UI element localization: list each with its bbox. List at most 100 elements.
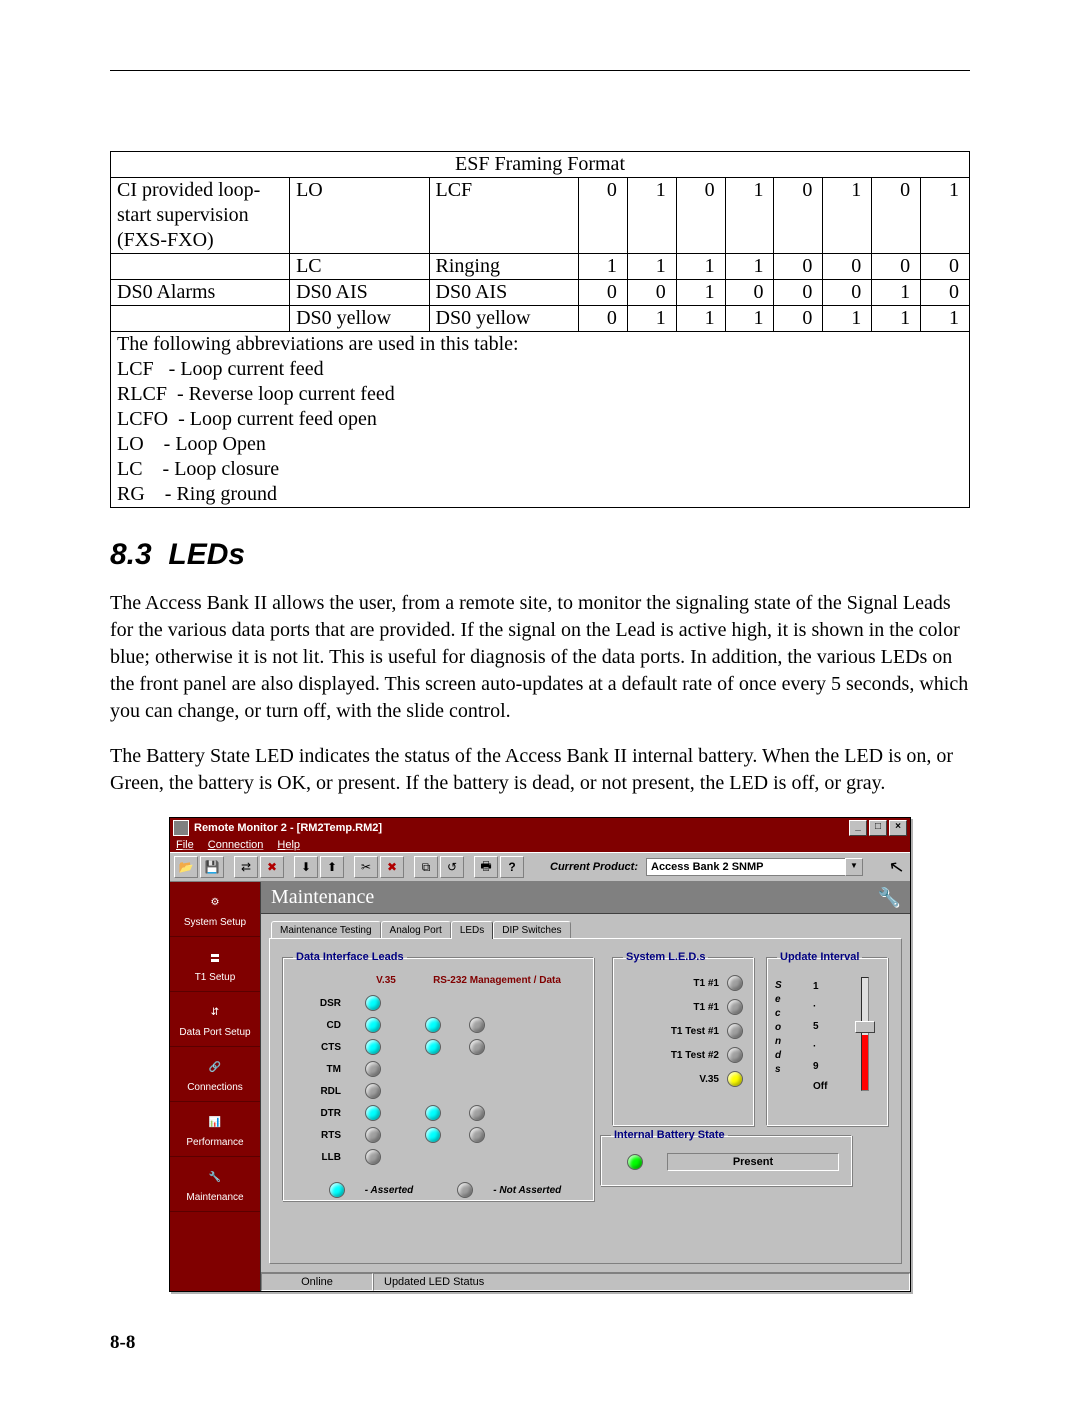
lead-label: CD: [293, 1020, 351, 1031]
esf-bit: 0: [774, 178, 823, 254]
tab-maintenance-testing[interactable]: Maintenance Testing: [271, 921, 381, 939]
sidebar-item-t1-setup[interactable]: 〓T1 Setup: [170, 937, 260, 992]
esf-bit: 1: [676, 254, 725, 280]
sidebar-icon: ⇵: [200, 1000, 230, 1024]
chevron-down-icon[interactable]: ▼: [845, 858, 863, 876]
battery-legend: Internal Battery State: [611, 1129, 728, 1141]
led-icon: [727, 1023, 743, 1039]
menu-connection[interactable]: Connection: [208, 839, 264, 851]
minimize-button[interactable]: _: [849, 820, 867, 836]
esf-bit: 0: [725, 280, 774, 306]
tab-panel: Data Interface Leads V.35 RS-232 Managem…: [269, 938, 902, 1264]
sidebar-item-maintenance[interactable]: 🔧Maintenance: [170, 1157, 260, 1212]
led-icon: [469, 1127, 485, 1143]
esf-bit: 0: [774, 306, 823, 332]
battery-led-icon: [627, 1154, 643, 1170]
esf-c2: DS0 yellow: [290, 306, 429, 332]
led-icon: [365, 1083, 381, 1099]
esf-bit: 1: [872, 306, 921, 332]
esf-c2: LC: [290, 254, 429, 280]
status-right: Updated LED Status: [373, 1273, 910, 1291]
led-icon: [365, 1127, 381, 1143]
tab-strip: Maintenance TestingAnalog PortLEDsDIP Sw…: [261, 914, 910, 938]
battery-state-group: Internal Battery State Present: [600, 1129, 852, 1186]
maximize-button[interactable]: □: [869, 820, 887, 836]
top-rule: [110, 70, 970, 71]
window-title: Remote Monitor 2 - [RM2Temp.RM2]: [194, 822, 382, 834]
lead-label: LLB: [293, 1152, 351, 1163]
led-icon: [425, 1017, 441, 1033]
sidebar-item-connections[interactable]: 🔗Connections: [170, 1047, 260, 1102]
system-led-label: T1 #1: [693, 978, 719, 989]
section-para-2: The Battery State LED indicates the stat…: [110, 743, 970, 797]
update-interval-group: Update Interval Seconds 1 · 5 · 9 Off: [766, 951, 888, 1126]
esf-bit: 1: [676, 280, 725, 306]
esf-bit: 1: [921, 178, 970, 254]
content-title: Maintenance: [271, 886, 374, 909]
tool-cut-icon[interactable]: ✂: [354, 856, 378, 878]
menu-help[interactable]: Help: [277, 839, 300, 851]
leads-col-v35: V.35: [361, 975, 411, 986]
tool-undo-icon[interactable]: ↺: [440, 856, 464, 878]
app-icon: [173, 820, 189, 836]
slider-thumb[interactable]: [855, 1021, 875, 1033]
tool-help-icon[interactable]: ?: [500, 856, 524, 878]
esf-bit: 1: [676, 306, 725, 332]
led-icon: [365, 1039, 381, 1055]
interval-slider[interactable]: [861, 977, 869, 1091]
esf-bit: 0: [627, 280, 676, 306]
tool-connect-icon[interactable]: ⇄: [234, 856, 258, 878]
tool-save-icon[interactable]: 💾: [200, 856, 224, 878]
led-icon: [727, 1071, 743, 1087]
esf-c1: [111, 306, 290, 332]
esf-bit: 1: [627, 306, 676, 332]
titlebar[interactable]: Remote Monitor 2 - [RM2Temp.RM2] _ □ ×: [170, 818, 910, 838]
tool-print-icon[interactable]: 🖶: [474, 856, 498, 878]
lead-row-dtr: DTR: [293, 1102, 583, 1124]
esf-bit: 1: [627, 178, 676, 254]
esf-bit: 0: [578, 306, 627, 332]
esf-bit: 0: [676, 178, 725, 254]
led-icon: [365, 1061, 381, 1077]
led-icon: [727, 1047, 743, 1063]
section-para-1: The Access Bank II allows the user, from…: [110, 590, 970, 725]
sidebar-item-system-setup[interactable]: ⚙System Setup: [170, 882, 260, 937]
tool-paste-icon[interactable]: ⧉: [414, 856, 438, 878]
product-combo[interactable]: Access Bank 2 SNMP ▼: [646, 858, 863, 876]
esf-c3: DS0 AIS: [429, 280, 578, 306]
sidebar-icon: 〓: [200, 945, 230, 969]
esf-bit: 1: [872, 280, 921, 306]
tab-dip-switches[interactable]: DIP Switches: [493, 921, 570, 939]
esf-bit: 1: [578, 254, 627, 280]
esf-bit: 0: [872, 254, 921, 280]
lead-label: CTS: [293, 1042, 351, 1053]
tool-download-icon[interactable]: ⬇: [294, 856, 318, 878]
led-icon: [425, 1127, 441, 1143]
tab-analog-port[interactable]: Analog Port: [381, 921, 451, 939]
led-icon: [727, 999, 743, 1015]
esf-c1: DS0 Alarms: [111, 280, 290, 306]
product-value: Access Bank 2 SNMP: [646, 858, 845, 876]
esf-bit: 1: [627, 254, 676, 280]
system-led-row: V.35: [623, 1067, 743, 1091]
tab-leds[interactable]: LEDs: [451, 921, 493, 939]
interval-legend: Update Interval: [777, 951, 862, 963]
tool-disconnect-icon[interactable]: ✖: [260, 856, 284, 878]
esf-bit: 1: [921, 306, 970, 332]
content-title-bar: Maintenance 🔧: [261, 882, 910, 914]
esf-bit: 1: [725, 178, 774, 254]
tool-copy-icon[interactable]: ✖: [380, 856, 404, 878]
tool-upload-icon[interactable]: ⬆: [320, 856, 344, 878]
legend-led-off-icon: [457, 1182, 473, 1198]
tool-open-icon[interactable]: 📂: [174, 856, 198, 878]
system-led-label: T1 #1: [693, 1002, 719, 1013]
esf-bit: 0: [921, 280, 970, 306]
sidebar-label: Data Port Setup: [172, 1027, 258, 1038]
sidebar-label: System Setup: [172, 917, 258, 928]
sidebar-item-performance[interactable]: 📊Performance: [170, 1102, 260, 1157]
sidebar-item-data-port-setup[interactable]: ⇵ Data Port Setup: [170, 992, 260, 1047]
system-led-row: T1 Test #1: [623, 1019, 743, 1043]
menu-file[interactable]: File: [176, 839, 194, 851]
close-button[interactable]: ×: [889, 820, 907, 836]
esf-title: ESF Framing Format: [111, 152, 970, 178]
